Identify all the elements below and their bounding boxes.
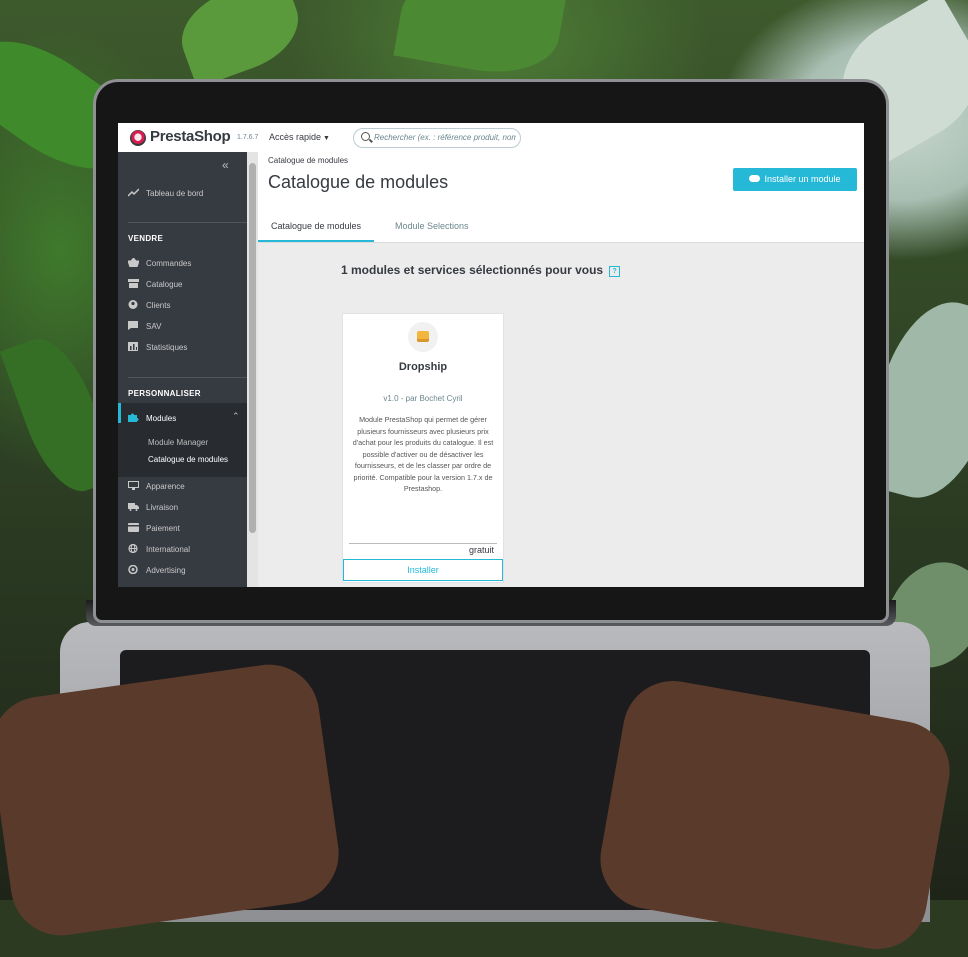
- sidebar-item-label: Modules: [146, 414, 177, 423]
- sidebar-item-dashboard[interactable]: Tableau de bord: [127, 188, 204, 198]
- install-module-label: Installer un module: [764, 174, 841, 184]
- sidebar: « Tableau de bord VENDRE Commandes Catal…: [118, 152, 247, 587]
- caret-down-icon: ▼: [323, 135, 330, 142]
- section-sell: VENDRE: [128, 234, 164, 243]
- sidebar-item-label: Paiement: [146, 524, 180, 533]
- sidebar-item-label: Commandes: [146, 259, 192, 268]
- page-header: Catalogue de modules Catalogue de module…: [258, 152, 864, 243]
- divider: [128, 222, 247, 223]
- module-name: Dropship: [398, 361, 448, 373]
- chevron-up-icon[interactable]: ⌃: [232, 411, 240, 422]
- sidebar-item-international[interactable]: International: [128, 543, 191, 554]
- chat-icon: [128, 321, 139, 330]
- search-placeholder: Rechercher (ex. : référence produit, nom: [374, 133, 516, 142]
- sidebar-item-label: Apparence: [146, 482, 185, 491]
- module-box-icon: [408, 322, 438, 352]
- main-content: 1 modules et services sélectionnés pour …: [258, 243, 864, 587]
- sidebar-item-catalog[interactable]: Catalogue: [128, 279, 182, 289]
- help-icon[interactable]: ?: [609, 266, 621, 277]
- basket-icon: [127, 257, 140, 268]
- advertising-icon: [128, 564, 139, 575]
- sidebar-item-label: International: [146, 545, 191, 554]
- app-screen: PrestaShop 1.7.6.7 Accès rapide ▼ Recherc…: [118, 123, 864, 587]
- user-circle-icon: [128, 300, 139, 309]
- store-icon: [128, 279, 139, 288]
- active-indicator: [118, 403, 121, 423]
- tab-module-selections[interactable]: Module Selections: [382, 210, 482, 242]
- quick-access-label: Accès rapide: [269, 132, 322, 142]
- top-bar: PrestaShop 1.7.6.7 Accès rapide ▼ Recherc…: [118, 123, 864, 153]
- module-price: gratuit: [468, 545, 494, 555]
- page-title: Catalogue de modules: [268, 172, 449, 192]
- sidebar-item-label: Advertising: [146, 566, 186, 575]
- sidebar-scroll-thumb[interactable]: [249, 163, 256, 533]
- version-label: 1.7.6.7: [237, 134, 259, 141]
- sidebar-item-modules[interactable]: Modules: [128, 413, 176, 423]
- sidebar-subitem-module-catalog[interactable]: Catalogue de modules: [148, 455, 228, 464]
- module-description: Module PrestaShop qui permet de gérer pl…: [352, 415, 494, 493]
- prestashop-logo-icon[interactable]: [130, 130, 146, 146]
- sidebar-item-service[interactable]: SAV: [128, 321, 161, 331]
- collapse-sidebar-icon[interactable]: «: [222, 158, 229, 172]
- sidebar-item-label: Catalogue: [146, 280, 183, 289]
- sidebar-item-label: Clients: [146, 301, 171, 310]
- module-version-author: v1.0 - par Bochet Cyril: [383, 394, 463, 403]
- search-icon: [361, 132, 370, 141]
- install-module-button[interactable]: Installer un module: [733, 168, 857, 191]
- sidebar-item-label: Statistiques: [146, 343, 188, 352]
- puzzle-icon: [128, 413, 139, 422]
- cloud-upload-icon: [749, 175, 761, 182]
- divider: [128, 377, 247, 378]
- sidebar-item-label: Livraison: [146, 503, 179, 512]
- sidebar-item-customers[interactable]: Clients: [128, 300, 170, 310]
- monitor-icon: [128, 481, 139, 490]
- logo-text[interactable]: PrestaShop: [150, 128, 231, 145]
- sidebar-item-label: Tableau de bord: [146, 189, 204, 198]
- quick-access-menu[interactable]: Accès rapide ▼: [269, 132, 330, 142]
- module-install-button[interactable]: Installer: [343, 559, 503, 581]
- sidebar-item-label: SAV: [146, 322, 162, 331]
- breadcrumb[interactable]: Catalogue de modules: [268, 156, 348, 165]
- selected-modules-text: 1 modules et services sélectionnés pour …: [341, 263, 604, 277]
- module-card: Dropship v1.0 - par Bochet Cyril Module …: [342, 313, 504, 583]
- sidebar-item-appearance[interactable]: Apparence: [128, 481, 185, 491]
- tab-module-catalog[interactable]: Catalogue de modules: [258, 210, 375, 242]
- section-customize: PERSONNALISER: [128, 389, 201, 398]
- sidebar-item-advertising[interactable]: Advertising: [128, 564, 186, 575]
- sidebar-item-payment[interactable]: Paiement: [128, 523, 180, 533]
- globe-icon: [128, 543, 139, 554]
- sidebar-item-stats[interactable]: Statistiques: [128, 342, 187, 352]
- search-input[interactable]: Rechercher (ex. : référence produit, nom: [353, 128, 521, 148]
- divider: [349, 543, 497, 544]
- sidebar-subitem-module-manager[interactable]: Module Manager: [148, 438, 208, 447]
- sidebar-item-shipping[interactable]: Livraison: [128, 502, 178, 512]
- selected-modules-heading: 1 modules et services sélectionnés pour …: [341, 263, 621, 277]
- credit-card-icon: [128, 523, 139, 532]
- sidebar-item-orders[interactable]: Commandes: [127, 257, 192, 268]
- left-hand: [0, 658, 346, 942]
- trending-up-icon: [127, 188, 140, 197]
- bar-chart-icon: [128, 342, 139, 351]
- truck-icon: [128, 502, 139, 511]
